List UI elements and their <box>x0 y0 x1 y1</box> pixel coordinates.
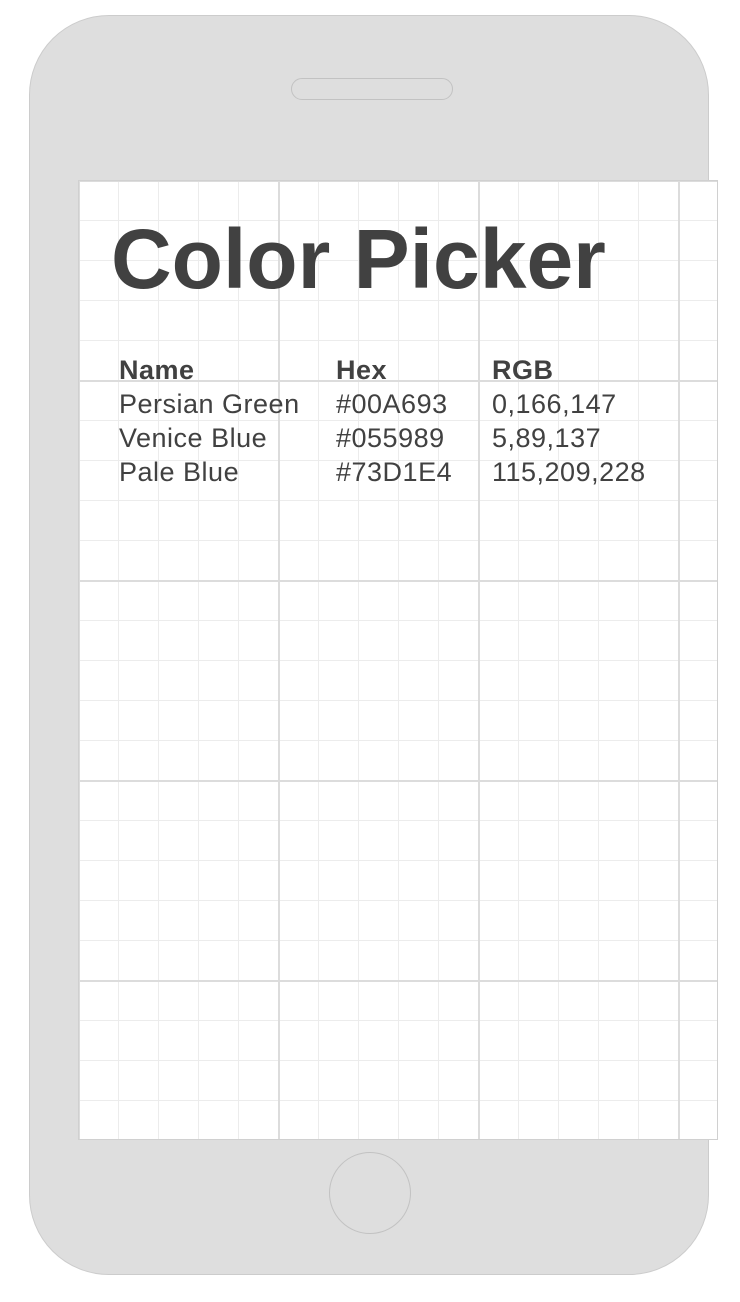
color-hex-cell: #73D1E4 <box>336 457 453 487</box>
phone-screen: Color Picker Name Hex RGB Persian Green … <box>78 180 718 1140</box>
table-row: Venice Blue #055989 5,89,137 <box>113 421 678 455</box>
table-body: Persian Green #00A693 0,166,147 Venice B… <box>113 387 678 489</box>
color-rgb-cell: 0,166,147 <box>492 389 617 419</box>
table-header-row: Name Hex RGB <box>113 353 678 387</box>
home-button[interactable] <box>329 1152 411 1234</box>
phone-frame: Color Picker Name Hex RGB Persian Green … <box>29 15 718 1275</box>
table-row: Persian Green #00A693 0,166,147 <box>113 387 678 421</box>
color-name-cell: Pale Blue <box>119 457 240 487</box>
color-hex-cell: #00A693 <box>336 389 448 419</box>
color-table: Name Hex RGB Persian Green #00A693 0,166… <box>113 353 678 489</box>
speaker-grille <box>291 78 453 100</box>
color-name-cell: Persian Green <box>119 389 300 419</box>
color-rgb-cell: 115,209,228 <box>492 457 646 487</box>
column-header-name: Name <box>119 355 195 385</box>
column-header-rgb: RGB <box>492 355 554 385</box>
table-row: Pale Blue #73D1E4 115,209,228 <box>113 455 678 489</box>
table-header: Name Hex RGB <box>113 353 678 387</box>
color-name-cell: Venice Blue <box>119 423 268 453</box>
column-header-hex: Hex <box>336 355 388 385</box>
color-rgb-cell: 5,89,137 <box>492 423 602 453</box>
color-hex-cell: #055989 <box>336 423 445 453</box>
page-title: Color Picker <box>111 212 606 306</box>
